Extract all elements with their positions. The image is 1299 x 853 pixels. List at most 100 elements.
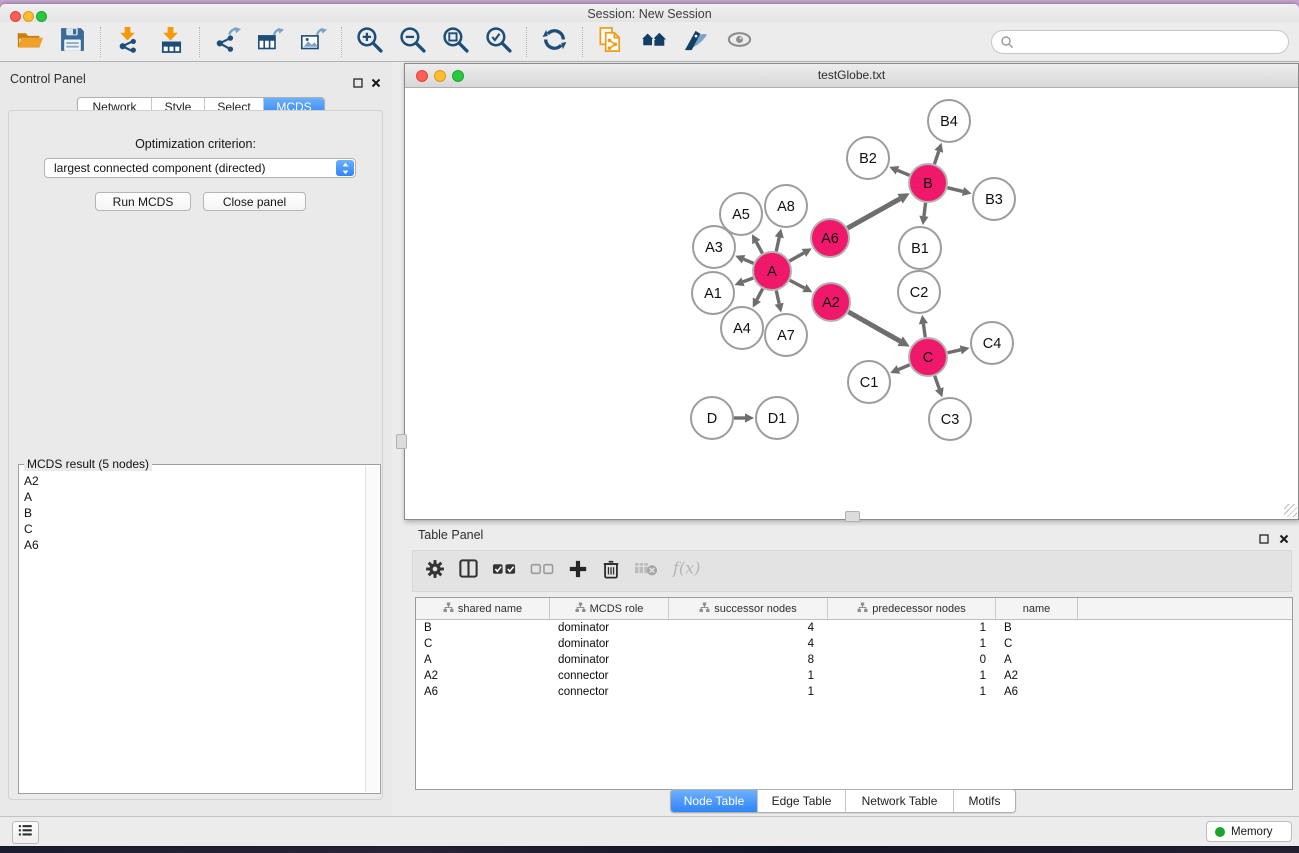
title-bar[interactable]: Session: New Session (0, 4, 1299, 22)
column-header-name[interactable]: name (996, 598, 1078, 619)
network-window-titlebar[interactable]: testGlobe.txt (405, 64, 1298, 88)
gear-button[interactable] (425, 556, 445, 586)
table-cell[interactable]: 0 (828, 654, 996, 666)
table-cell[interactable]: 1 (828, 686, 996, 698)
zoom-out-button[interactable] (391, 25, 434, 59)
column-header-MCDS-role[interactable]: MCDS role (550, 598, 669, 619)
export-network-button[interactable] (206, 25, 249, 59)
search-box[interactable] (991, 30, 1289, 54)
delete-column-button[interactable] (601, 556, 621, 586)
result-item[interactable]: A2 (24, 473, 364, 489)
close-panel-icon[interactable] (371, 75, 382, 86)
table-cell[interactable]: dominator (550, 622, 669, 634)
float-panel-icon[interactable] (353, 75, 364, 86)
first-neighbors-button[interactable] (632, 25, 675, 59)
search-input[interactable] (1018, 32, 1280, 52)
window-resize-grip[interactable] (1284, 504, 1297, 517)
table-cell[interactable]: 1 (828, 670, 996, 682)
edge-A6-B[interactable] (847, 199, 900, 229)
table-cell[interactable]: 1 (828, 638, 996, 650)
table-cell[interactable]: 4 (669, 622, 828, 634)
edge-A2-C[interactable] (848, 312, 900, 341)
table-row[interactable]: Adominator80A (416, 652, 1292, 668)
new-network-from-selection-button[interactable] (589, 25, 632, 59)
import-table-button[interactable] (150, 25, 193, 59)
table-cell[interactable]: A6 (416, 686, 550, 698)
edge-A-A6[interactable] (789, 253, 804, 261)
edge-A-A2[interactable] (790, 280, 805, 288)
table-cell[interactable]: dominator (550, 654, 669, 666)
criterion-select[interactable]: largest connected component (directed) (44, 158, 356, 178)
table-cell[interactable]: 1 (669, 686, 828, 698)
edge-B-B1[interactable] (924, 203, 926, 216)
edge-C-C3[interactable] (935, 376, 940, 389)
horizontal-scroll-thumb[interactable] (845, 511, 860, 522)
result-scrollbar[interactable] (365, 466, 379, 792)
export-image-button[interactable] (292, 25, 335, 59)
export-table-button[interactable] (249, 25, 292, 59)
tab-network-table[interactable]: Network Table (846, 790, 954, 812)
column-header-predecessor-nodes[interactable]: predecessor nodes (828, 598, 996, 619)
zoom-fit-button[interactable] (434, 25, 477, 59)
table-cell[interactable]: A2 (416, 670, 550, 682)
deselect-all-button[interactable] (530, 556, 555, 586)
show-graphics-details-button[interactable] (718, 25, 761, 59)
table-cell[interactable]: C (996, 638, 1078, 650)
add-column-button[interactable] (568, 556, 588, 586)
network-graph[interactable]: AA1A2A3A4A5A6A7A8BB1B2B3B4CC1C2C3C4DD1 (405, 88, 1298, 518)
table-cell[interactable]: dominator (550, 638, 669, 650)
fx-button[interactable]: f(x) (671, 556, 705, 586)
edge-C-C1[interactable] (898, 365, 909, 370)
table-cell[interactable]: A (416, 654, 550, 666)
edge-A-A4[interactable] (757, 289, 763, 300)
open-session-button[interactable] (8, 25, 51, 59)
table-row[interactable]: Bdominator41B (416, 620, 1292, 636)
edge-A-A8[interactable] (776, 237, 779, 251)
edge-B-B4[interactable] (934, 151, 938, 164)
network-canvas[interactable]: AA1A2A3A4A5A6A7A8BB1B2B3B4CC1C2C3C4DD1 (405, 88, 1298, 519)
edge-B-B2[interactable] (898, 170, 910, 175)
save-session-button[interactable] (51, 25, 94, 59)
edge-C-C4[interactable] (948, 350, 961, 353)
table-cell[interactable]: connector (550, 686, 669, 698)
edge-A-A3[interactable] (744, 259, 754, 263)
tab-node-table[interactable]: Node Table (671, 790, 758, 812)
select-all-button[interactable] (492, 556, 517, 586)
result-item[interactable]: A (24, 489, 364, 505)
edge-C-C2[interactable] (923, 324, 925, 337)
table-cell[interactable]: 4 (669, 638, 828, 650)
result-item[interactable]: B (24, 505, 364, 521)
panel-menu-button[interactable] (12, 821, 39, 844)
close-table-panel-icon[interactable] (1279, 531, 1290, 542)
network-view-window[interactable]: testGlobe.txt AA1A2A3A4A5A6A7A8BB1B2B3B4… (404, 63, 1299, 520)
zoom-selected-button[interactable] (477, 25, 520, 59)
table-cell[interactable]: 1 (828, 622, 996, 634)
vertical-scroll-thumb[interactable] (396, 434, 407, 449)
edge-A-A1[interactable] (743, 278, 753, 282)
close-panel-button[interactable]: Close panel (203, 192, 306, 211)
table-cell[interactable]: C (416, 638, 550, 650)
table-cell[interactable]: A6 (996, 686, 1078, 698)
import-network-button[interactable] (107, 25, 150, 59)
result-item[interactable]: A6 (24, 537, 364, 553)
memory-button[interactable]: Memory (1206, 821, 1292, 842)
tab-edge-table[interactable]: Edge Table (758, 790, 846, 812)
table-cell[interactable]: A (996, 654, 1078, 666)
hide-graphics-details-button[interactable] (675, 25, 718, 59)
table-cell[interactable]: A2 (996, 670, 1078, 682)
zoom-in-button[interactable] (348, 25, 391, 59)
refresh-button[interactable] (533, 25, 576, 59)
edge-A-A7[interactable] (776, 291, 779, 304)
edge-B-B3[interactable] (947, 188, 962, 192)
float-table-panel-icon[interactable] (1259, 531, 1270, 542)
column-header-shared-name[interactable]: shared name (416, 598, 550, 619)
table-cell[interactable]: B (996, 622, 1078, 634)
table-cell[interactable]: 8 (669, 654, 828, 666)
column-header-successor-nodes[interactable]: successor nodes (669, 598, 828, 619)
tab-motifs[interactable]: Motifs (954, 790, 1015, 812)
delete-table-button[interactable] (634, 556, 658, 586)
table-row[interactable]: Cdominator41C (416, 636, 1292, 652)
edge-A-A5[interactable] (756, 242, 762, 253)
run-mcds-button[interactable]: Run MCDS (95, 192, 191, 211)
table-row[interactable]: A6connector11A6 (416, 684, 1292, 700)
